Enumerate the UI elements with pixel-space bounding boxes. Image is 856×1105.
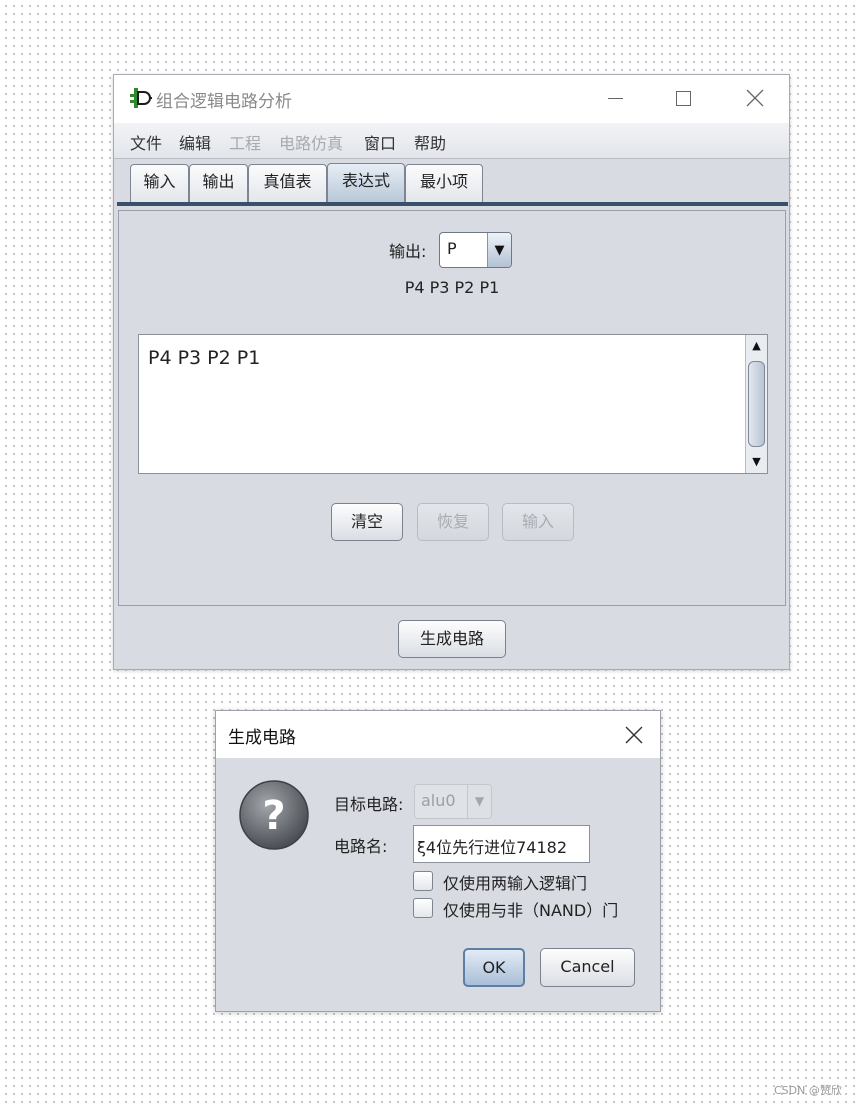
output-label: 输出: xyxy=(389,242,427,261)
ok-button[interactable]: OK xyxy=(463,948,525,987)
svg-text:?: ? xyxy=(262,793,285,839)
scroll-down-icon[interactable]: ▼ xyxy=(746,451,767,473)
enter-button[interactable]: 输入 xyxy=(502,503,574,541)
logisim-app-icon xyxy=(130,88,152,108)
dialog-title: 生成电路 xyxy=(228,728,296,748)
nand-gates-label[interactable]: 仅使用与非（NAND）门 xyxy=(443,897,618,921)
dialog-titlebar[interactable]: 生成电路 xyxy=(216,711,660,758)
target-circuit-label: 目标电路: xyxy=(334,795,404,814)
tab-divider xyxy=(117,202,788,206)
minimize-icon xyxy=(607,97,623,99)
two-input-gates-checkbox[interactable] xyxy=(413,871,433,891)
maximize-button[interactable] xyxy=(660,83,706,113)
close-icon xyxy=(746,89,764,107)
output-select-value: P xyxy=(447,239,457,258)
window-title: 组合逻辑电路分析 xyxy=(156,92,292,112)
tab-input[interactable]: 输入 xyxy=(130,164,189,202)
restore-button[interactable]: 恢复 xyxy=(417,503,489,541)
dropdown-arrow-icon[interactable]: ▼ xyxy=(467,785,491,818)
maximize-icon xyxy=(675,90,691,106)
minimize-button[interactable] xyxy=(592,83,638,113)
nand-gates-checkbox[interactable] xyxy=(413,898,433,918)
build-circuit-dialog: 生成电路 ? 目标电路: alu0 ▼ 电路名: ξ4位先行进位74182 仅使… xyxy=(215,710,661,1012)
menu-edit[interactable]: 编辑 xyxy=(179,130,211,154)
logic-analysis-window: 组合逻辑电路分析 文件 编辑 工程 电路仿真 窗口 帮助 输入 输出 真值表 表… xyxy=(113,74,790,670)
two-input-gates-label[interactable]: 仅使用两输入逻辑门 xyxy=(443,870,587,894)
tab-minterms[interactable]: 最小项 xyxy=(405,164,483,202)
target-circuit-select[interactable]: alu0 ▼ xyxy=(414,784,492,819)
menu-file[interactable]: 文件 xyxy=(130,130,162,154)
target-circuit-value: alu0 xyxy=(421,791,456,810)
question-icon: ? xyxy=(239,780,309,850)
menu-bar: 文件 编辑 工程 电路仿真 窗口 帮助 xyxy=(114,123,789,159)
menu-simulate[interactable]: 电路仿真 xyxy=(279,130,343,154)
tab-expression[interactable]: 表达式 xyxy=(327,163,405,202)
scroll-up-icon[interactable]: ▲ xyxy=(746,335,767,357)
window-titlebar[interactable]: 组合逻辑电路分析 xyxy=(114,75,789,123)
expression-display: P4 P3 P2 P1 xyxy=(404,278,500,297)
menu-help[interactable]: 帮助 xyxy=(414,130,446,154)
build-circuit-button[interactable]: 生成电路 xyxy=(398,620,506,658)
circuit-name-input[interactable]: ξ4位先行进位74182 xyxy=(413,825,590,863)
expression-text: P4 P3 P2 P1 xyxy=(148,347,261,369)
expression-panel: 输出: P ▼ P4 P3 P2 P1 P4 P3 P2 P1 ▲ ▼ 清空 恢… xyxy=(118,210,786,606)
output-select[interactable]: P ▼ xyxy=(439,232,512,268)
watermark: CSDN @赞欣 xyxy=(774,1084,842,1097)
tab-output[interactable]: 输出 xyxy=(189,164,248,202)
dropdown-arrow-icon[interactable]: ▼ xyxy=(487,233,511,267)
close-button[interactable] xyxy=(732,83,778,113)
cancel-button[interactable]: Cancel xyxy=(540,948,635,987)
clear-button[interactable]: 清空 xyxy=(331,503,403,541)
vertical-scrollbar[interactable]: ▲ ▼ xyxy=(745,335,767,473)
close-icon[interactable] xyxy=(622,723,646,747)
menu-window[interactable]: 窗口 xyxy=(364,130,396,154)
expression-textarea[interactable]: P4 P3 P2 P1 ▲ ▼ xyxy=(138,334,768,474)
tab-truth-table[interactable]: 真值表 xyxy=(248,164,327,202)
circuit-name-value: ξ4位先行进位74182 xyxy=(417,838,568,857)
circuit-name-label: 电路名: xyxy=(334,837,388,856)
scrollbar-thumb[interactable] xyxy=(748,361,765,447)
menu-project[interactable]: 工程 xyxy=(229,130,261,154)
